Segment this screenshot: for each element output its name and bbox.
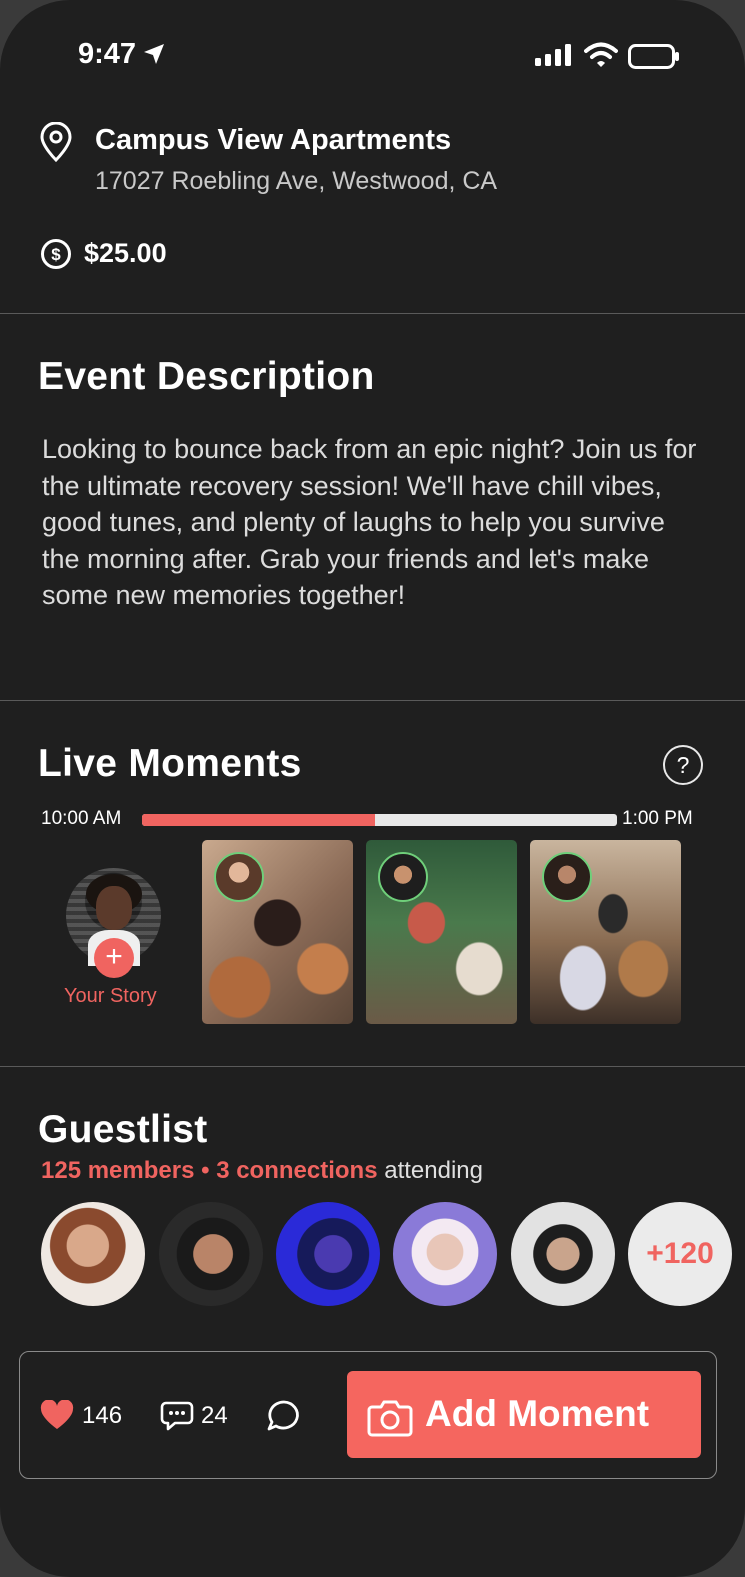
help-button[interactable]: ? [663, 745, 703, 785]
moment-thumbnail[interactable] [366, 840, 517, 1024]
attendance-summary[interactable]: 125 members • 3 connections attending [41, 1157, 483, 1185]
moment-thumbnail[interactable] [202, 840, 353, 1024]
comment-count: 24 [201, 1402, 228, 1429]
your-story-label[interactable]: Your Story [64, 985, 157, 1008]
guest-avatar[interactable] [276, 1202, 380, 1306]
moment-author-avatar [542, 852, 592, 902]
comments-icon[interactable] [160, 1400, 194, 1432]
add-moment-button[interactable]: Add Moment [347, 1371, 701, 1458]
battery-icon [628, 44, 679, 69]
svg-text:$: $ [51, 245, 61, 264]
guest-avatar[interactable] [41, 1202, 145, 1306]
moment-thumbnail[interactable] [530, 840, 681, 1024]
attending-label: attending [377, 1157, 483, 1184]
cellular-signal-icon [535, 44, 571, 66]
timeline-end-time: 1:00 PM [622, 808, 693, 829]
camera-icon [367, 1400, 413, 1437]
wifi-icon [584, 42, 618, 67]
heart-icon[interactable] [40, 1400, 74, 1430]
status-bar: 9:47 [0, 38, 745, 74]
event-description: Looking to bounce back from an epic nigh… [42, 434, 697, 610]
timeline-track[interactable] [142, 814, 617, 826]
venue-name[interactable]: Campus View Apartments [95, 124, 451, 157]
moment-author-avatar [214, 852, 264, 902]
add-moment-label: Add Moment [425, 1393, 650, 1434]
status-time: 9:47 [78, 38, 137, 70]
guest-avatar[interactable] [159, 1202, 263, 1306]
divider [0, 1066, 745, 1067]
add-story-plus-icon[interactable]: + [94, 938, 134, 978]
connection-count: 3 connections [216, 1157, 378, 1184]
more-guests-badge[interactable]: +120 [628, 1202, 732, 1306]
chat-bubble-icon[interactable] [266, 1399, 302, 1433]
separator-dot: • [194, 1157, 217, 1184]
timeline-start-time: 10:00 AM [41, 808, 122, 829]
section-title-live-moments: Live Moments [38, 742, 302, 785]
location-arrow-icon [144, 44, 164, 64]
event-screen: 9:47 Campus View Apartments 17027 Roebli… [0, 0, 745, 1577]
divider [0, 313, 745, 314]
like-count: 146 [82, 1402, 123, 1429]
dollar-coin-icon: $ [41, 239, 71, 269]
section-title-description: Event Description [38, 355, 375, 398]
guest-avatar[interactable] [511, 1202, 615, 1306]
guest-avatar[interactable] [393, 1202, 497, 1306]
ticket-price: $25.00 [84, 238, 167, 268]
member-count: 125 members [41, 1157, 195, 1184]
map-pin-icon [40, 122, 72, 162]
venue-address[interactable]: 17027 Roebling Ave, Westwood, CA [95, 167, 497, 196]
moment-author-avatar [378, 852, 428, 902]
timeline-progress [142, 814, 375, 826]
section-title-guestlist: Guestlist [38, 1108, 208, 1151]
divider [0, 700, 745, 701]
